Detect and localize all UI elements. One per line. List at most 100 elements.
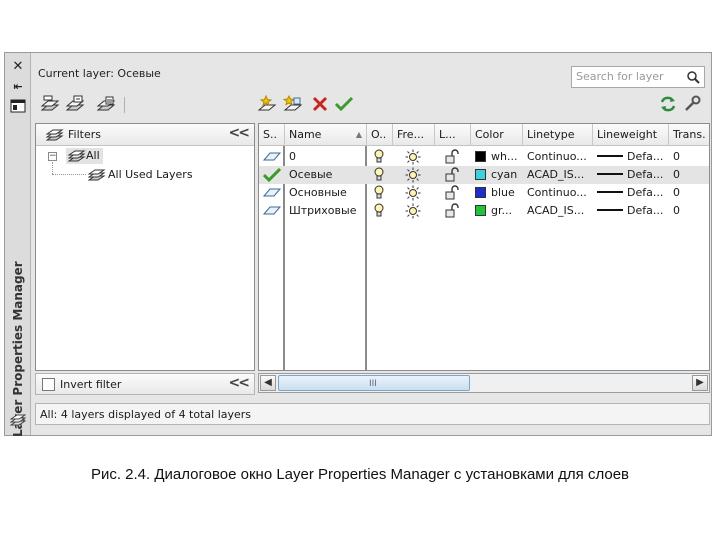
layer-transparency[interactable]: 0 xyxy=(673,148,680,166)
freeze-sun-icon[interactable] xyxy=(405,149,421,167)
layer-lineweight[interactable]: Defa... xyxy=(597,184,663,202)
unlocked-padlock-icon[interactable] xyxy=(445,149,459,167)
sort-ascending-icon: ▲ xyxy=(355,130,362,139)
invert-filter-checkbox[interactable] xyxy=(42,378,55,391)
lineweight-value: Defa... xyxy=(627,186,664,199)
set-current-check-icon[interactable] xyxy=(334,95,354,113)
filter-all-icon xyxy=(67,148,86,167)
layer-color[interactable]: cyan xyxy=(475,166,517,184)
filters-tree-panel[interactable]: Filters << − All All Used Layers xyxy=(35,123,255,371)
layer-transparency[interactable]: 0 xyxy=(673,184,680,202)
new-property-filter-button[interactable] xyxy=(40,95,60,113)
lineweight-sample xyxy=(597,209,623,211)
freeze-sun-icon[interactable] xyxy=(405,203,421,221)
lineweight-sample xyxy=(597,155,623,157)
settings-wrench-icon[interactable] xyxy=(682,95,702,113)
layer-lineweight[interactable]: Defa... xyxy=(597,202,663,220)
layer-color[interactable]: blue xyxy=(475,184,515,202)
scroll-left-icon[interactable]: ◀ xyxy=(260,375,276,391)
column-freeze[interactable]: Fre... xyxy=(393,124,435,146)
tree-node-all[interactable]: All xyxy=(66,148,103,164)
grid-header: S.. Name ▲ O.. Fre... L... Color Linetyp… xyxy=(259,124,709,146)
freeze-sun-icon[interactable] xyxy=(405,185,421,203)
collapse-panel-icon[interactable]: << xyxy=(229,125,251,141)
filters-label: Filters xyxy=(68,128,101,141)
invert-filter-label: Invert filter xyxy=(60,378,122,391)
tree-line xyxy=(52,174,86,175)
scroll-right-icon[interactable]: ▶ xyxy=(692,375,708,391)
unlocked-padlock-icon[interactable] xyxy=(445,203,459,221)
layer-stack-icon xyxy=(9,413,27,429)
layer-linetype[interactable]: Continuo... xyxy=(527,184,587,202)
layer-lineweight[interactable]: Defa... xyxy=(597,166,663,184)
column-name-label: Name xyxy=(289,128,322,141)
figure-caption: Рис. 2.4. Диалоговое окно Layer Properti… xyxy=(90,466,630,483)
search-icon[interactable] xyxy=(686,70,700,84)
lineweight-value: Defa... xyxy=(627,204,664,217)
column-status[interactable]: S.. xyxy=(259,124,285,146)
layer-row[interactable]: Штриховые gr... ACAD_IS... Defa... 0 xyxy=(259,202,709,220)
color-swatch xyxy=(475,187,486,198)
status-bar: All: 4 layers displayed of 4 total layer… xyxy=(35,403,710,425)
color-name: cyan xyxy=(491,168,518,181)
layer-color[interactable]: wh... xyxy=(475,148,517,166)
new-layer-button[interactable] xyxy=(257,94,277,113)
collapse-panel-icon[interactable]: << xyxy=(229,375,251,391)
lineweight-sample xyxy=(597,173,623,175)
horizontal-scrollbar[interactable]: ◀ III ▶ xyxy=(258,373,710,393)
properties-menu-icon[interactable] xyxy=(9,99,27,115)
layer-row[interactable]: Осевые cyan ACAD_IS... Defa... 0 xyxy=(259,166,709,184)
on-lightbulb-icon[interactable] xyxy=(373,167,385,185)
search-input[interactable]: Search for layer xyxy=(571,66,705,88)
layer-linetype[interactable]: ACAD_IS... xyxy=(527,166,584,184)
column-lineweight[interactable]: Lineweight xyxy=(593,124,669,146)
tree-collapse-icon[interactable]: − xyxy=(48,152,57,161)
color-swatch xyxy=(475,151,486,162)
lineweight-value: Defa... xyxy=(627,168,664,181)
unlocked-padlock-icon[interactable] xyxy=(445,167,459,185)
layer-name[interactable]: Осевые xyxy=(289,166,332,184)
layer-linetype[interactable]: Continuo... xyxy=(527,148,587,166)
delete-layer-icon[interactable] xyxy=(310,95,330,113)
on-lightbulb-icon[interactable] xyxy=(373,149,385,167)
refresh-icon[interactable] xyxy=(658,95,678,113)
layer-row[interactable]: 0 wh... Continuo... Defa... 0 xyxy=(259,148,709,166)
scroll-thumb[interactable]: III xyxy=(278,375,470,391)
column-linetype[interactable]: Linetype xyxy=(523,124,593,146)
new-layer-vp-frozen-button[interactable] xyxy=(282,94,303,113)
column-transparency[interactable]: Trans. xyxy=(669,124,709,146)
close-icon[interactable]: ✕ xyxy=(9,59,27,75)
layer-states-manager-button[interactable] xyxy=(96,95,116,113)
freeze-sun-icon[interactable] xyxy=(405,167,421,185)
column-color[interactable]: Color xyxy=(471,124,523,146)
layer-transparency[interactable]: 0 xyxy=(673,166,680,184)
column-lock[interactable]: L... xyxy=(435,124,471,146)
filters-header: Filters << xyxy=(36,124,254,146)
tree-node-label: All xyxy=(86,149,100,162)
current-layer-label: Current layer: Осевые xyxy=(38,67,161,80)
layer-properties-dialog: ✕ ⇤ Layer Properties Manager Current lay… xyxy=(4,52,712,437)
column-name[interactable]: Name ▲ xyxy=(285,124,367,146)
layer-row[interactable]: Основные blue Continuo... Defa... 0 xyxy=(259,184,709,202)
autohide-icon[interactable]: ⇤ xyxy=(9,79,27,95)
layer-name[interactable]: 0 xyxy=(289,148,296,166)
color-name: wh... xyxy=(491,150,518,163)
new-group-filter-button[interactable] xyxy=(65,95,85,113)
scroll-grip: III xyxy=(369,379,377,389)
layer-list-grid[interactable]: S.. Name ▲ O.. Fre... L... Color Linetyp… xyxy=(258,123,710,371)
layer-transparency[interactable]: 0 xyxy=(673,202,680,220)
palette-titlebar[interactable]: ✕ ⇤ Layer Properties Manager xyxy=(5,53,31,437)
lineweight-value: Defa... xyxy=(627,150,664,163)
layer-icon[interactable] xyxy=(263,204,281,222)
filter-used-icon xyxy=(87,167,106,186)
layer-name[interactable]: Штриховые xyxy=(289,202,356,220)
layer-lineweight[interactable]: Defa... xyxy=(597,148,663,166)
layer-color[interactable]: gr... xyxy=(475,202,512,220)
on-lightbulb-icon[interactable] xyxy=(373,185,385,203)
column-on[interactable]: O.. xyxy=(367,124,393,146)
tree-node-all-used-layers[interactable]: All Used Layers xyxy=(87,168,193,181)
layer-linetype[interactable]: ACAD_IS... xyxy=(527,202,584,220)
on-lightbulb-icon[interactable] xyxy=(373,203,385,221)
unlocked-padlock-icon[interactable] xyxy=(445,185,459,203)
layer-name[interactable]: Основные xyxy=(289,184,347,202)
